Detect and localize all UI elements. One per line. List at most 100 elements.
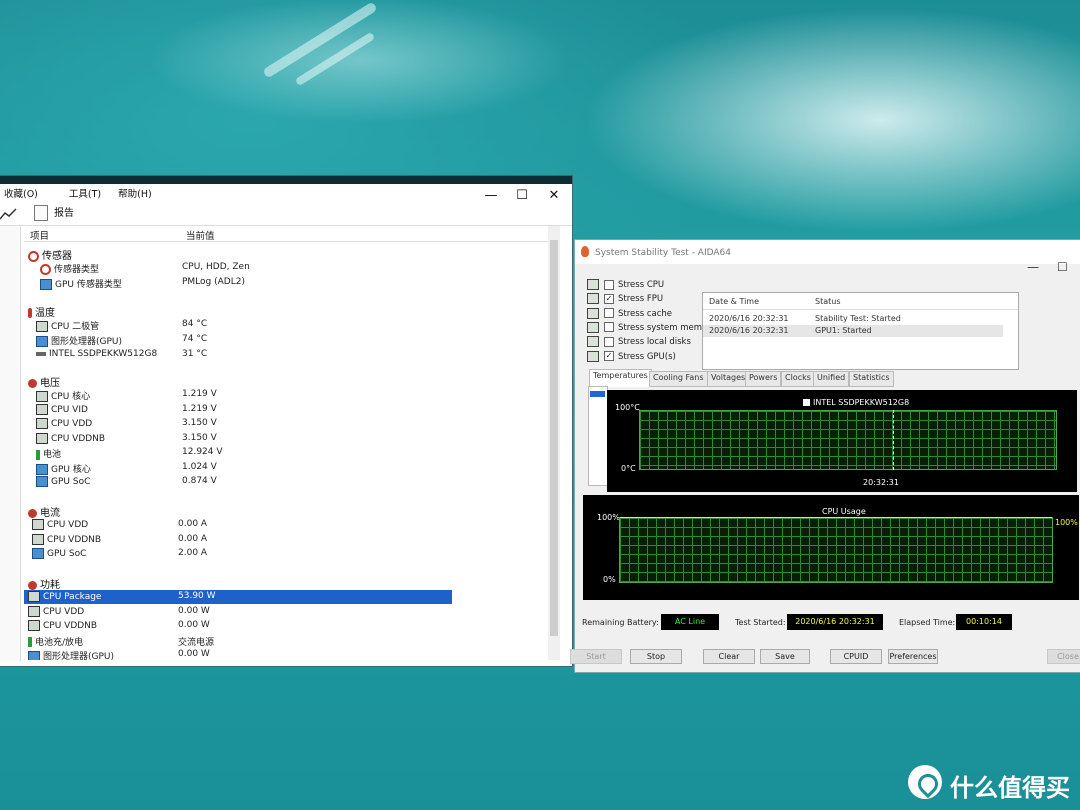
table-row[interactable]: CPU VDDNB 0.00 W [24,619,548,633]
legend-label: INTEL SSDPEKKW512G8 [813,398,910,407]
row-label: CPU VID [51,404,88,415]
table-row[interactable]: 电池 12.924 V [24,446,548,460]
battery-value: AC Line [661,614,719,630]
row-label: GPU 传感器类型 [55,279,122,290]
clear-button[interactable]: Clear [703,649,755,664]
close-button[interactable]: Close [1047,649,1080,664]
table-row[interactable]: GPU SoC 2.00 A [24,547,548,561]
stress-option[interactable]: Stress CPU [587,279,664,292]
row-label: GPU SoC [51,477,91,487]
chip-icon [28,591,40,602]
stress-option[interactable]: Stress local disks [587,336,691,349]
table-row[interactable]: GPU 传感器类型 PMLog (ADL2) [24,276,548,290]
chip-icon [36,432,48,444]
minimize-button[interactable]: — [1027,260,1039,274]
table-row[interactable]: CPU VID 1.219 V [24,403,548,417]
stress-option[interactable]: Stress cache [587,307,672,321]
stress-checkbox[interactable]: ✓ [604,293,614,304]
table-row[interactable]: CPU VDD 0.00 A [24,518,548,532]
stress-option[interactable]: Stress system memory [587,321,716,335]
group-header[interactable]: 电压 [24,373,548,389]
stress-option[interactable]: ✓ Stress FPU [587,293,663,306]
group-header[interactable]: 电流 [24,503,548,519]
log-row: 2020/6/16 20:32:31 Stability Test: Starte… [703,313,1003,325]
menu-tools[interactable]: 工具(T) [69,189,101,200]
aida64-flame-icon [581,246,589,257]
group-header[interactable]: 传感器 [24,246,548,262]
log-col-date[interactable]: Date & Time [709,297,759,306]
device-icon [587,307,599,319]
menu-favorites[interactable]: 收藏(O) [4,189,38,200]
stress-checkbox[interactable]: ✓ [604,351,614,361]
tab-unified[interactable]: Unified [813,371,850,387]
column-item[interactable]: 项目 [30,228,49,242]
monitor-icon [36,336,48,347]
tab-cooling-fans[interactable]: Cooling Fans [649,371,708,387]
device-icon [587,279,599,290]
sensor-list-panel[interactable] [588,386,608,486]
row-value: 3.150 V [182,432,217,443]
row-label: GPU 核心 [51,464,91,475]
tab-clocks[interactable]: Clocks [781,371,815,387]
table-row[interactable]: GPU 核心 1.024 V [24,461,548,475]
table-row[interactable]: GPU SoC 0.874 V [24,475,548,489]
table-row[interactable]: 图形处理器(GPU) 74 °C [24,333,548,347]
table-row[interactable]: 电池充/放电 交流电源 [24,634,548,648]
table-row[interactable]: CPU VDD 3.150 V [24,417,548,431]
thermometer-icon [28,308,32,318]
chip-icon [36,418,48,429]
column-value[interactable]: 当前值 [186,228,215,242]
stress-checkbox[interactable] [604,308,614,319]
cpuid-button[interactable]: CPUID [830,649,882,664]
tab-voltages[interactable]: Voltages [707,371,750,387]
disk-icon [36,351,46,356]
table-header: 项目 当前值 [24,226,548,242]
save-button[interactable]: Save [760,649,810,664]
table-row[interactable]: CPU 二极管 84 °C [24,318,548,332]
start-button[interactable]: Start [570,649,622,664]
stress-option[interactable]: ✓ Stress GPU(s) [587,350,676,364]
scrollbar-thumb[interactable] [550,240,558,636]
stress-checkbox[interactable] [604,322,614,333]
stress-checkbox[interactable] [604,279,614,290]
chart-icon[interactable] [0,207,18,221]
table-row[interactable]: 图形处理器(GPU) 0.00 W [24,648,548,660]
menu-bar: 收藏(O) 工具(T) 帮助(H) [0,186,162,202]
tab-statistics[interactable]: Statistics [849,371,894,387]
tab-temperatures[interactable]: Temperatures [589,369,652,387]
stress-checkbox[interactable] [604,336,614,347]
group-header[interactable]: 功耗 [24,575,548,591]
vertical-scrollbar[interactable] [548,226,560,660]
row-value: 31 °C [182,349,208,359]
navigation-tree[interactable] [0,226,21,661]
row-label: INTEL SSDPEKKW512G8 [49,349,158,359]
table-row[interactable]: CPU Package 53.90 W [24,590,452,604]
selected-sensor[interactable] [590,391,605,397]
table-row[interactable]: CPU VDD 0.00 W [24,605,548,619]
legend-checkbox[interactable] [803,399,810,406]
menu-help[interactable]: 帮助(H) [118,189,152,200]
log-row: 2020/6/16 20:32:31 GPU1: Started [703,325,1003,337]
row-label: 图形处理器(GPU) [51,337,123,347]
maximize-button[interactable]: ☐ [1057,260,1068,274]
temp-legend[interactable]: INTEL SSDPEKKW512G8 [803,398,909,407]
sensor-icon [40,264,51,275]
tab-powers[interactable]: Powers [745,371,782,387]
stop-button[interactable]: Stop [630,649,682,664]
table-row[interactable]: CPU VDDNB 3.150 V [24,432,548,446]
group-header[interactable]: 温度 [24,303,548,319]
report-button[interactable]: 报告 [34,204,74,221]
log-status: Stability Test: Started [815,314,901,323]
row-value: 84 °C [182,319,208,329]
table-row[interactable]: INTEL SSDPEKKW512G8 31 °C [24,348,548,362]
row-value: 0.00 W [178,605,210,616]
toolbar: 报告 [0,203,572,226]
row-value: 0.00 A [178,519,208,529]
row-label: CPU VDD [51,419,93,429]
table-row[interactable]: CPU VDDNB 0.00 A [24,533,548,547]
log-col-status[interactable]: Status [815,297,841,306]
table-row[interactable]: 传感器类型 CPU, HDD, Zen [24,261,548,275]
preferences-button[interactable]: Preferences [888,649,938,664]
table-row[interactable]: CPU 核心 1.219 V [24,388,548,402]
chip-icon [32,533,44,545]
